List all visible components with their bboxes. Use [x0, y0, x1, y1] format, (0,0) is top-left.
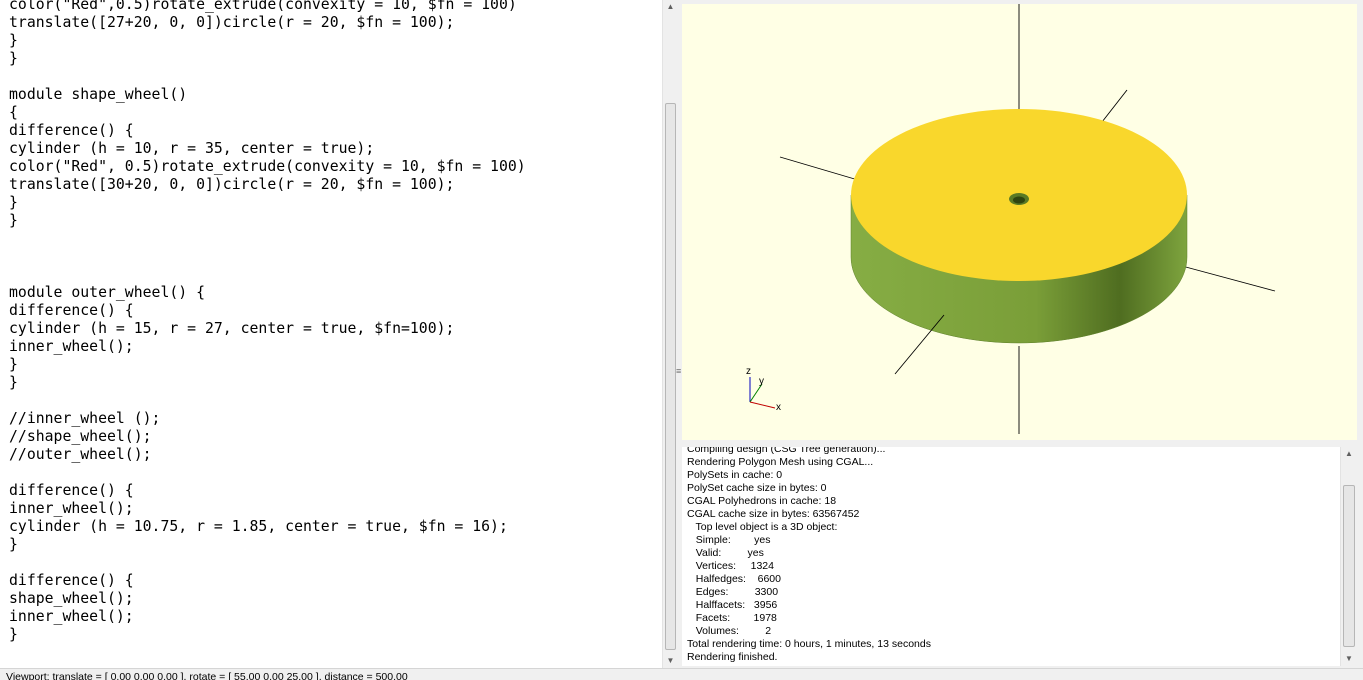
y-axis-back-line: [1101, 89, 1128, 123]
console-scrollbar[interactable]: ▲ ▼: [1340, 447, 1357, 666]
code-line[interactable]: inner_wheel();: [9, 608, 526, 626]
code-line[interactable]: }: [9, 50, 526, 68]
code-line[interactable]: [9, 248, 526, 266]
code-line[interactable]: //inner_wheel ();: [9, 410, 526, 428]
console-line: Rendering Polygon Mesh using CGAL...: [687, 456, 874, 468]
console-line: Facets: 1978: [687, 612, 777, 624]
code-line[interactable]: }: [9, 194, 526, 212]
code-line[interactable]: [9, 464, 526, 482]
status-bar: Viewport: translate = [ 0.00 0.00 0.00 ]…: [0, 668, 1363, 680]
axis-label-x: x: [776, 402, 781, 413]
code-line[interactable]: module outer_wheel() {: [9, 284, 526, 302]
scroll-down-icon[interactable]: ▼: [663, 654, 678, 668]
code-line[interactable]: color("Red",0.5)rotate_extrude(convexity…: [9, 0, 526, 14]
code-line[interactable]: shape_wheel();: [9, 590, 526, 608]
window-edge: [1357, 0, 1363, 668]
code-line[interactable]: }: [9, 356, 526, 374]
console-line: Total rendering time: 0 hours, 1 minutes…: [687, 638, 931, 650]
console-output[interactable]: Compiling design (CSG Tree generation)..…: [682, 447, 1340, 666]
console-line: Valid: yes: [687, 547, 764, 559]
scroll-up-icon[interactable]: ▲: [663, 0, 678, 14]
console-line: Edges: 3300: [687, 586, 779, 598]
axis-label-y: y: [759, 376, 764, 387]
console-line: PolySet cache size in bytes: 0: [687, 482, 827, 494]
code-line[interactable]: [9, 230, 526, 248]
console-text: Compiling design (CSG Tree generation)..…: [687, 447, 931, 664]
code-line[interactable]: translate([30+20, 0, 0])circle(r = 20, $…: [9, 176, 526, 194]
code-line[interactable]: inner_wheel();: [9, 500, 526, 518]
console-line: Halffacets: 3956: [687, 599, 778, 611]
code-line[interactable]: [9, 266, 526, 284]
code-editor[interactable]: color("Red",0.5)rotate_extrude(convexity…: [0, 0, 662, 668]
code-line[interactable]: //shape_wheel();: [9, 428, 526, 446]
code-text[interactable]: color("Red",0.5)rotate_extrude(convexity…: [9, 0, 526, 644]
code-line[interactable]: [9, 68, 526, 86]
center-hole-inner: [1013, 196, 1025, 204]
editor-scroll-thumb[interactable]: [665, 103, 676, 650]
code-line[interactable]: difference() {: [9, 122, 526, 140]
code-line[interactable]: [9, 392, 526, 410]
code-line[interactable]: cylinder (h = 10.75, r = 1.85, center = …: [9, 518, 526, 536]
horizontal-splitter[interactable]: [682, 440, 1363, 447]
code-line[interactable]: //outer_wheel();: [9, 446, 526, 464]
console-line: CGAL Polyhedrons in cache: 18: [687, 495, 837, 507]
code-line[interactable]: translate([27+20, 0, 0])circle(r = 20, $…: [9, 14, 526, 32]
y-axis-line: [779, 156, 859, 181]
axis-indicator: z y x: [746, 366, 781, 413]
code-line[interactable]: {: [9, 104, 526, 122]
console-line: Volumes: 2: [687, 625, 772, 637]
console-line: Halfedges: 6600: [687, 573, 781, 585]
3d-viewport[interactable]: z y x: [682, 4, 1357, 440]
code-line[interactable]: }: [9, 374, 526, 392]
splitter-grip-icon: ≡: [676, 366, 682, 376]
code-line[interactable]: cylinder (h = 15, r = 27, center = true,…: [9, 320, 526, 338]
console-line: Top level object is a 3D object:: [687, 521, 838, 533]
console-line: Vertices: 1324: [687, 560, 774, 572]
console-scroll-down-icon[interactable]: ▼: [1341, 652, 1357, 666]
axis-label-z: z: [746, 366, 751, 377]
code-line[interactable]: }: [9, 32, 526, 50]
console-line: Compiling design (CSG Tree generation)..…: [687, 447, 886, 455]
code-line[interactable]: [9, 554, 526, 572]
code-line[interactable]: color("Red", 0.5)rotate_extrude(convexit…: [9, 158, 526, 176]
console-line: Rendering finished.: [687, 651, 778, 663]
code-line[interactable]: }: [9, 626, 526, 644]
code-line[interactable]: difference() {: [9, 302, 526, 320]
console-line: CGAL cache size in bytes: 63567452: [687, 508, 860, 520]
rendered-wheel: z y x: [746, 4, 1276, 434]
code-line[interactable]: difference() {: [9, 572, 526, 590]
code-line[interactable]: module shape_wheel(): [9, 86, 526, 104]
x-axis-line: [1181, 265, 1276, 292]
console-scroll-up-icon[interactable]: ▲: [1341, 447, 1357, 461]
editor-scrollbar[interactable]: ▲ ▼: [662, 0, 678, 668]
console-line: Simple: yes: [687, 534, 771, 546]
code-line[interactable]: inner_wheel();: [9, 338, 526, 356]
code-line[interactable]: cylinder (h = 10, r = 35, center = true)…: [9, 140, 526, 158]
console-line: PolySets in cache: 0: [687, 469, 783, 481]
code-line[interactable]: }: [9, 536, 526, 554]
console-scroll-thumb[interactable]: [1343, 485, 1355, 647]
code-line[interactable]: difference() {: [9, 482, 526, 500]
code-line[interactable]: }: [9, 212, 526, 230]
